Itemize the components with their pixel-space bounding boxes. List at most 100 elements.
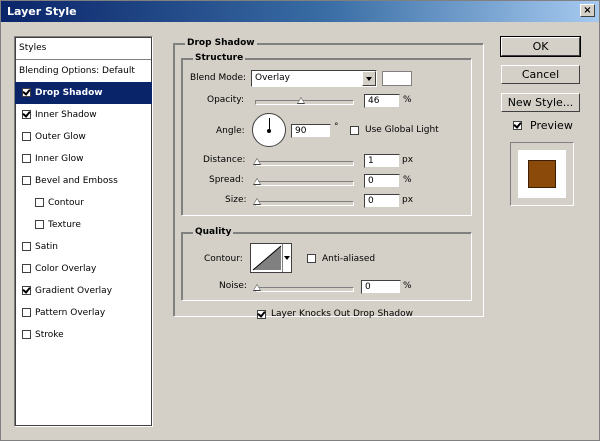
style-item-label: Gradient Overlay [35, 286, 113, 296]
styles-header[interactable]: Styles [15, 37, 152, 60]
style-item[interactable]: Texture [15, 214, 152, 236]
style-item[interactable]: Color Overlay [15, 258, 152, 280]
spread-label: Spread: [209, 175, 244, 185]
structure-title: Structure [193, 53, 246, 63]
preview-label: Preview [530, 119, 573, 132]
quality-title: Quality [193, 227, 234, 237]
style-item-label: Texture [48, 220, 81, 230]
angle-input[interactable]: 90 [291, 124, 331, 138]
noise-slider-thumb[interactable] [253, 284, 261, 291]
opacity-slider-thumb[interactable] [296, 97, 305, 104]
style-item-checkbox[interactable] [22, 330, 31, 339]
layer-style-dialog: Layer Style × Styles Blending Options: D… [0, 0, 600, 441]
size-label: Size: [225, 195, 247, 205]
knockout-checkbox[interactable] [257, 310, 266, 319]
anti-aliased-checkbox[interactable] [307, 254, 316, 263]
contour-label: Contour: [204, 254, 243, 264]
style-item[interactable]: Blending Options: Default [15, 60, 152, 82]
opacity-label: Opacity: [207, 95, 244, 105]
style-item-checkbox[interactable] [22, 88, 31, 97]
use-global-light-checkbox[interactable] [350, 126, 359, 135]
noise-input[interactable]: 0 [361, 280, 401, 294]
style-item[interactable]: Stroke [15, 324, 152, 346]
style-item-label: Inner Glow [35, 154, 84, 164]
distance-slider[interactable] [253, 158, 354, 166]
spread-slider[interactable] [253, 178, 354, 186]
style-item[interactable]: Drop Shadow [15, 82, 152, 104]
close-button[interactable]: × [580, 4, 595, 17]
style-item[interactable]: Outer Glow [15, 126, 152, 148]
anti-aliased-label: Anti-aliased [322, 254, 376, 264]
style-item-checkbox[interactable] [22, 110, 31, 119]
style-item-label: Inner Shadow [35, 110, 97, 120]
style-item[interactable]: Satin [15, 236, 152, 258]
preview-canvas [518, 150, 566, 198]
noise-label: Noise: [219, 281, 247, 291]
preview-checkbox[interactable] [513, 121, 522, 130]
style-item[interactable]: Inner Glow [15, 148, 152, 170]
style-item-checkbox[interactable] [22, 242, 31, 251]
title-bar[interactable]: Layer Style × [1, 1, 599, 22]
noise-slider[interactable] [253, 284, 354, 292]
style-item-label: Drop Shadow [35, 88, 103, 98]
style-item[interactable]: Bevel and Emboss [15, 170, 152, 192]
styles-items: Blending Options: Default Drop Shadow Inne… [15, 60, 152, 346]
style-item[interactable]: Pattern Overlay [15, 302, 152, 324]
style-item[interactable]: Inner Shadow [15, 104, 152, 126]
distance-unit: px [402, 155, 414, 165]
angle-unit: ° [334, 122, 339, 132]
style-item-checkbox[interactable] [22, 308, 31, 317]
angle-dial[interactable] [252, 113, 286, 147]
knockout-label: Layer Knocks Out Drop Shadow [271, 309, 413, 319]
style-item-checkbox[interactable] [22, 286, 31, 295]
size-slider-thumb[interactable] [253, 198, 261, 205]
spread-unit: % [403, 175, 412, 185]
style-item-checkbox[interactable] [22, 176, 31, 185]
cancel-button[interactable]: Cancel [501, 65, 580, 84]
style-item-label: Stroke [35, 330, 64, 340]
opacity-unit: % [403, 95, 412, 105]
blend-mode-select[interactable]: Overlay [251, 70, 377, 87]
style-item-checkbox[interactable] [35, 198, 44, 207]
blend-mode-value: Overlay [255, 73, 290, 83]
style-item-checkbox[interactable] [35, 220, 44, 229]
distance-slider-thumb[interactable] [253, 158, 261, 165]
noise-unit: % [403, 281, 412, 291]
contour-curve-icon [252, 245, 282, 271]
size-input[interactable]: 0 [364, 194, 400, 208]
chevron-down-icon[interactable] [362, 71, 376, 86]
preview-thumbnail [510, 142, 574, 206]
opacity-input[interactable]: 46 [364, 94, 400, 108]
blend-mode-label: Blend Mode: [190, 73, 247, 83]
style-item-label: Satin [35, 242, 58, 252]
opacity-slider[interactable] [255, 97, 354, 105]
window-title: Layer Style [7, 5, 77, 18]
spread-input[interactable]: 0 [364, 174, 400, 188]
distance-input[interactable]: 1 [364, 154, 400, 168]
angle-center-icon [267, 129, 271, 133]
size-slider[interactable] [253, 198, 354, 206]
style-item-label: Bevel and Emboss [35, 176, 118, 186]
preview-swatch [528, 160, 556, 188]
use-global-light-label: Use Global Light [365, 125, 439, 135]
styles-list: Styles Blending Options: Default Drop Sha… [14, 36, 153, 427]
shadow-color-swatch[interactable] [382, 71, 412, 86]
spread-slider-thumb[interactable] [253, 178, 261, 185]
distance-label: Distance: [203, 155, 246, 165]
style-item-label: Color Overlay [35, 264, 97, 274]
contour-picker[interactable] [250, 243, 292, 273]
style-item-label: Outer Glow [35, 132, 86, 142]
angle-label: Angle: [216, 126, 245, 136]
drop-shadow-title: Drop Shadow [185, 38, 257, 48]
style-item-checkbox[interactable] [22, 154, 31, 163]
style-item[interactable]: Gradient Overlay [15, 280, 152, 302]
style-item-checkbox[interactable] [22, 264, 31, 273]
style-item[interactable]: Contour [15, 192, 152, 214]
style-item-label: Pattern Overlay [35, 308, 106, 318]
ok-button[interactable]: OK [500, 36, 581, 57]
new-style-button[interactable]: New Style... [501, 93, 580, 112]
style-item-label: Contour [48, 198, 84, 208]
style-item-label: Blending Options: Default [19, 66, 135, 76]
style-item-checkbox[interactable] [22, 132, 31, 141]
contour-chevron-icon[interactable] [282, 244, 291, 272]
